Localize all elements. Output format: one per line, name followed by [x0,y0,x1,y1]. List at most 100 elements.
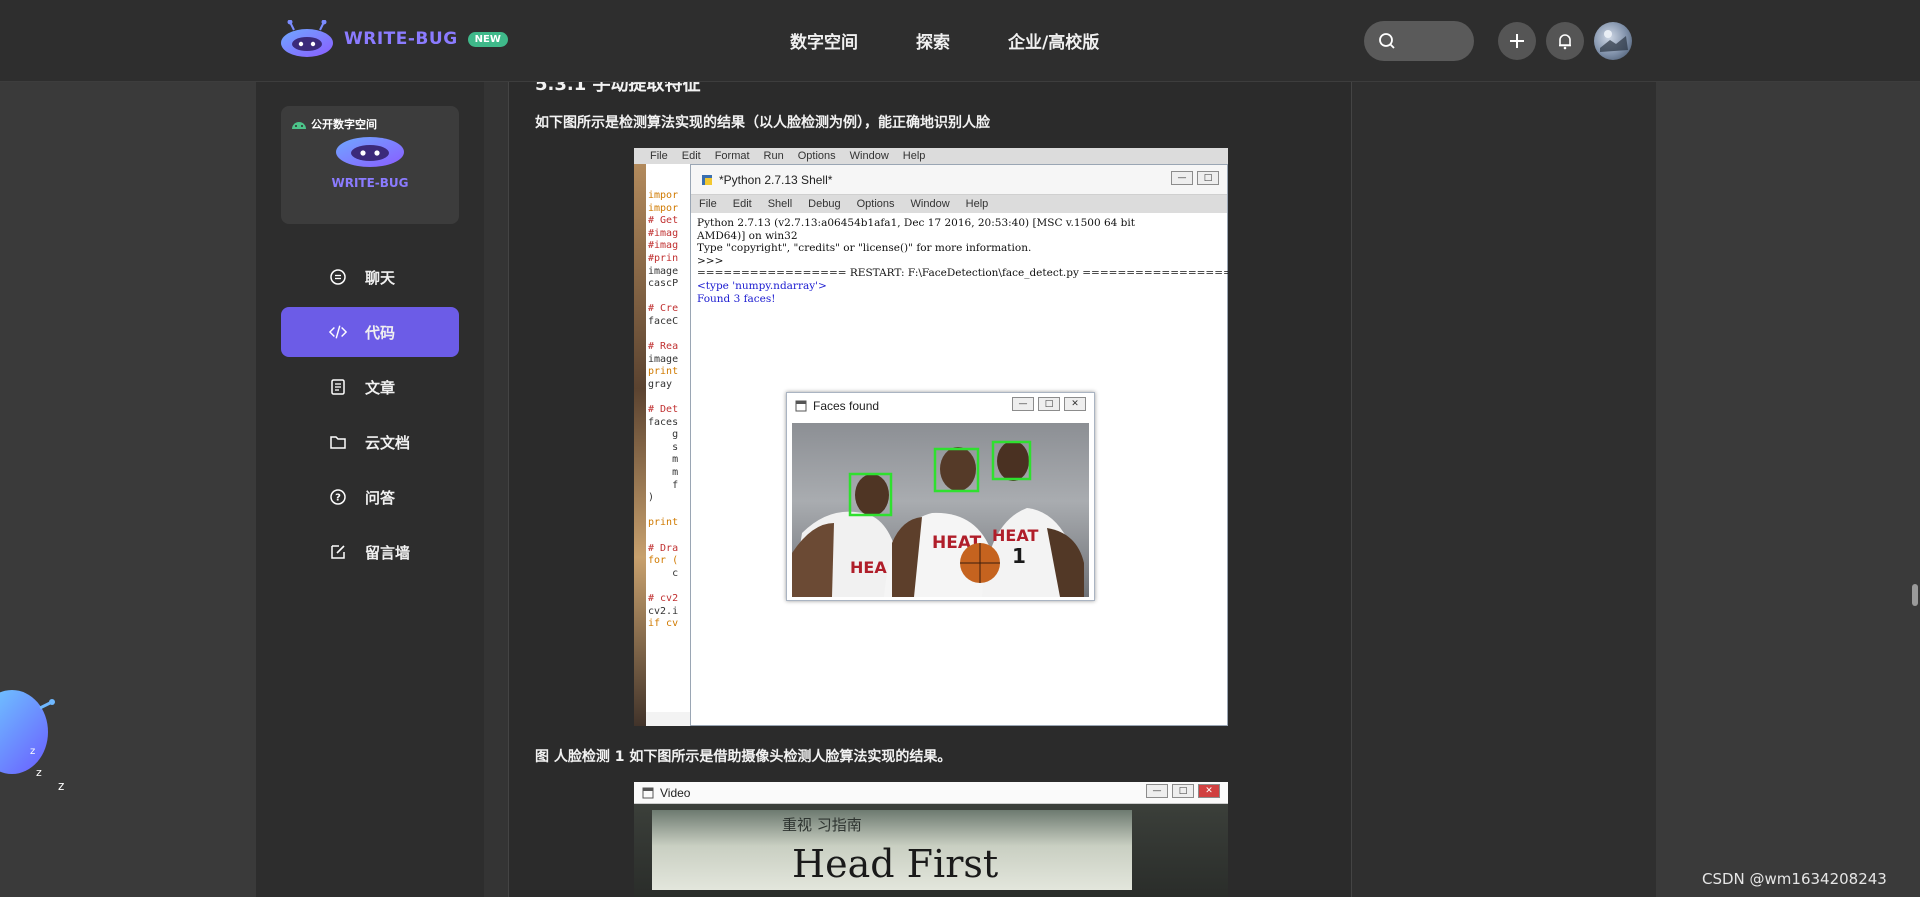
camera-frame: 重视 习指南 Head First [634,804,1228,897]
shell-menu-item: Edit [732,198,752,210]
video-window-title: Video [660,785,691,800]
window-icon [795,400,807,412]
folder-icon [329,433,347,451]
search-icon [1379,33,1395,49]
new-badge: NEW [467,31,508,47]
camera-detection-figure: Video — □ ✕ 重视 习指南 Head First [634,782,1228,897]
sidebar-item-code[interactable]: 代码 [281,307,459,357]
editor-code-line: print [648,366,679,378]
sidebar-item-label: 留言墙 [365,543,411,562]
sidebar-item-label: 文章 [365,378,396,397]
shell-line: Type "copyright", "credits" or "license(… [697,242,1032,255]
video-window-titlebar: Video [634,782,1228,804]
shell-output-line: Found 3 faces! [697,292,776,305]
shell-output-line: <type 'numpy.ndarray'> [697,279,827,292]
floating-assistant-mascot-icon[interactable]: z z z [0,672,70,792]
svg-text:1: 1 [1012,544,1026,568]
editor-code-line: # Get [648,215,679,227]
notifications-button[interactable] [1546,22,1584,60]
create-button[interactable] [1498,22,1536,60]
article-paragraph: 如下图所示是检测算法实现的结果（以人脸检测为例），能正确地识别人脸 [535,115,990,131]
editor-code-line: impor [648,202,679,214]
svg-text:z: z [36,766,42,779]
question-icon: ? [329,488,347,506]
site-logo[interactable]: WRITE-BUG NEW [280,20,508,58]
players-photo-icon: HEA HEAT HEAT 1 [792,440,1084,597]
avatar-image-icon [1600,30,1628,52]
minimize-icon: — [1146,784,1168,798]
article-content: 5.3.1 手动提取特征 如下图所示是检测算法实现的结果（以人脸检测为例），能正… [508,82,1352,897]
editor-code-line: m [648,467,679,479]
editor-menu-item: File [650,150,668,162]
scrollbar-thumb[interactable] [1912,584,1918,606]
shell-line: ================= RESTART: F:\FaceDetect… [697,267,1228,280]
editor-code-line: # cv2 [648,593,679,604]
shell-menu-item: Shell [767,198,793,210]
section-heading: 5.3.1 手动提取特征 [535,82,701,95]
shell-line: >>> [697,254,727,267]
bell-icon [1559,34,1571,50]
figure-caption: 图 人脸检测 1 如下图所示是借助摄像头检测人脸算法实现的结果。 [535,749,952,765]
shell-menu-item: Debug [808,198,841,210]
nav-digital-space[interactable]: 数字空间 [790,28,858,53]
face-detection-screenshot-figure: File Edit Format Run Options Window Help… [634,148,1228,726]
editor-menu-item: Run [763,150,784,162]
shell-output: Python 2.7.13 (v2.7.13:a06454b1afa1, Dec… [691,213,1228,309]
editor-menu-item: Format [714,150,750,162]
sidebar-item-message-wall[interactable]: 留言墙 [281,527,459,577]
editor-code-line: # Dra [648,542,679,554]
editor-code-line: cascP [648,278,679,290]
editor-code-line: f [648,479,679,491]
shell-titlebar: *Python 2.7.13 Shell* [691,165,1227,195]
shell-window-controls: — □ [1171,171,1219,185]
editor-code-line [646,329,690,342]
digital-space-card[interactable]: 公开数字空间 WRITE-BUG [281,106,459,224]
editor-code-line: image [648,265,679,277]
code-editor-strip: impor impor # Get #imag #imag #prin image cascP… [646,164,690,712]
left-sidebar: 公开数字空间 WRITE-BUG 聊天 代码 文章 云文档 ? 问答 留言墙 [256,82,484,897]
page-margin [1656,82,1920,897]
maximize-icon: □ [1038,397,1060,411]
mascot-logo-icon [281,20,333,57]
editor-menu-item: Window [849,150,889,162]
sidebar-item-label: 聊天 [365,268,396,287]
video-window-controls: — □ ✕ [1146,784,1220,798]
minimize-icon: — [1012,397,1034,411]
editor-code-line [646,580,690,593]
editor-code-line: impor [648,190,679,201]
maximize-icon: □ [1172,784,1194,798]
space-mascot-icon [336,137,404,167]
editor-code-line: #imag [648,227,679,239]
editor-code-line: # Rea [648,341,679,353]
editor-code-line: #prin [648,252,679,264]
shell-menu-item: Help [965,198,989,210]
nav-enterprise[interactable]: 企业/高校版 [1008,28,1099,53]
chat-icon [329,268,347,286]
shell-line: Python 2.7.13 (v2.7.13:a06454b1afa1, Dec… [697,217,1135,229]
search-input[interactable] [1364,21,1474,61]
editor-code-line: print [648,517,679,529]
space-name: WRITE-BUG [331,176,409,190]
article-icon [329,378,347,396]
sidebar-item-cloud-docs[interactable]: 云文档 [281,417,459,467]
editor-code-line [646,291,690,304]
shell-menu-item: Options [856,198,895,210]
editor-code-line: image [648,353,679,365]
sidebar-item-chat[interactable]: 聊天 [281,252,459,302]
detected-faces-photo: HEA HEAT HEAT 1 [792,423,1089,597]
sidebar-item-article[interactable]: 文章 [281,362,459,412]
python-icon [702,174,712,185]
nav-explore[interactable]: 探索 [916,28,950,53]
editor-code-line: if cv [648,618,679,630]
editor-code-line: ) [648,492,655,504]
plus-icon [1510,34,1524,48]
editor-code-line: m [648,454,679,466]
svg-text:?: ? [335,493,341,504]
user-avatar[interactable] [1594,22,1632,60]
editor-code-line: s [648,441,679,453]
edit-icon [329,543,347,561]
sidebar-item-qa[interactable]: ? 问答 [281,472,459,522]
main-nav: 数字空间 探索 企业/高校版 [790,28,1099,53]
csdn-watermark: CSDN @wm1634208243 [1702,870,1887,888]
editor-menu-item: Help [902,150,926,162]
